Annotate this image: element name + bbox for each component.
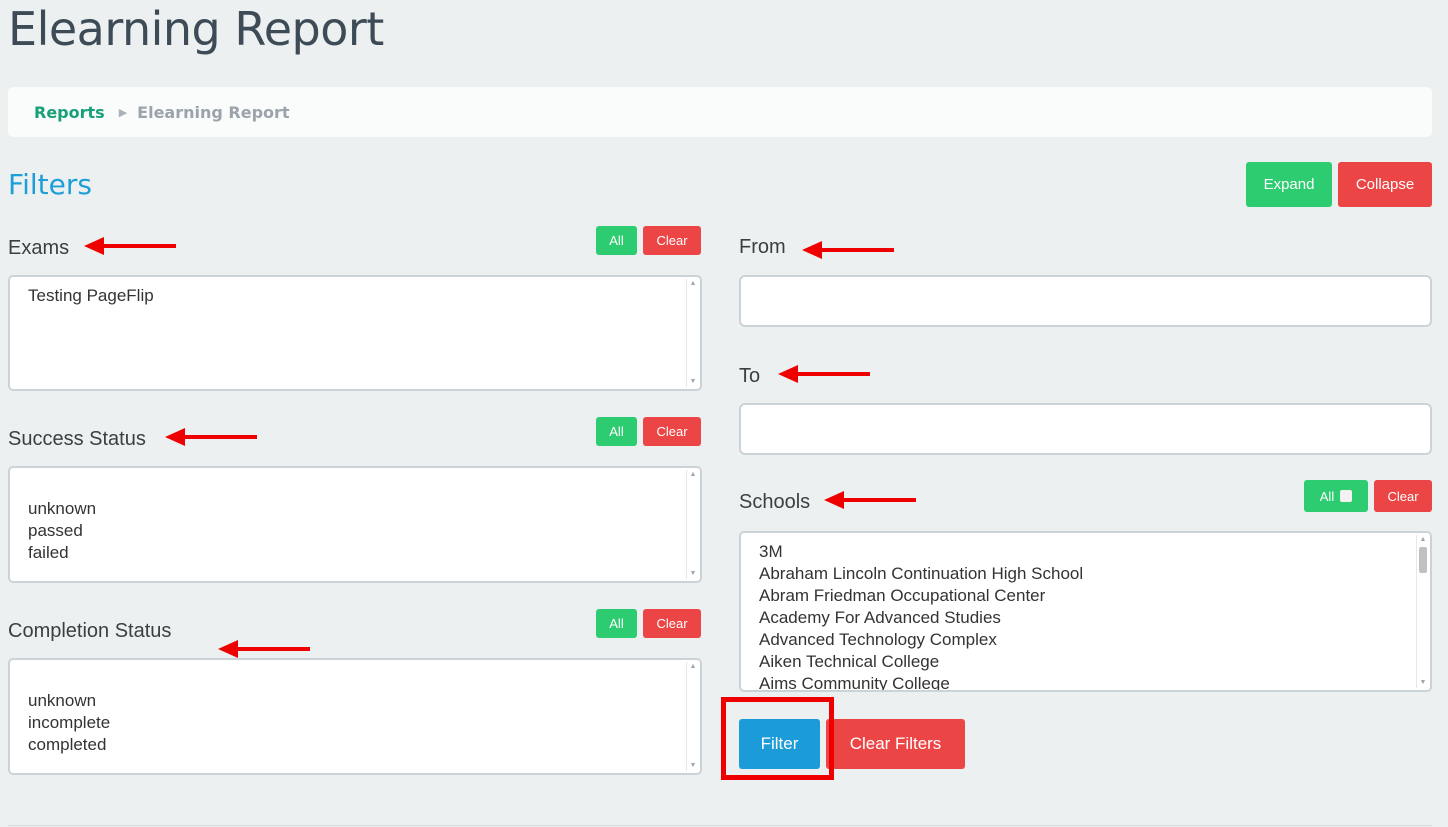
list-item[interactable]: unknown — [28, 498, 700, 520]
list-item[interactable]: passed — [28, 520, 700, 542]
list-item[interactable]: failed — [28, 542, 700, 564]
exams-label: Exams — [8, 237, 70, 259]
schools-clear-button[interactable]: Clear — [1374, 480, 1432, 512]
exams-all-button[interactable]: All — [596, 226, 637, 255]
from-label: From — [739, 236, 786, 258]
annotation-arrow-icon — [824, 491, 916, 509]
completion-status-all-button[interactable]: All — [596, 609, 637, 638]
scroll-down-icon[interactable]: ▼ — [1417, 678, 1429, 688]
scroll-down-icon[interactable]: ▼ — [687, 569, 699, 579]
list-item[interactable]: Abram Friedman Occupational Center — [759, 585, 1430, 607]
scrollbar[interactable]: ▲ ▼ — [686, 279, 698, 387]
scroll-up-icon[interactable]: ▲ — [687, 662, 699, 672]
scroll-up-icon[interactable]: ▲ — [687, 279, 699, 289]
breadcrumb-separator-icon: ▶ — [118, 105, 128, 119]
schools-all-button[interactable]: All — [1304, 480, 1368, 512]
scrollbar[interactable]: ▲ ▼ — [1416, 535, 1428, 688]
clear-filters-button[interactable]: Clear Filters — [826, 719, 965, 769]
list-item[interactable] — [28, 476, 700, 498]
expand-button[interactable]: Expand — [1246, 162, 1332, 207]
list-item[interactable]: Aims Community College — [759, 673, 1430, 690]
scroll-thumb[interactable] — [1419, 547, 1427, 573]
annotation-arrow-icon — [218, 640, 310, 658]
annotation-arrow-icon — [165, 428, 257, 446]
to-date-input[interactable] — [739, 403, 1432, 455]
completion-status-label: Completion Status — [8, 620, 172, 642]
scrollbar[interactable]: ▲ ▼ — [686, 470, 698, 579]
list-item[interactable]: incomplete — [28, 712, 700, 734]
breadcrumb-link-reports[interactable]: Reports — [34, 103, 105, 122]
scroll-down-icon[interactable]: ▼ — [687, 761, 699, 771]
list-item[interactable]: Testing PageFlip — [28, 285, 700, 307]
list-item[interactable]: Academy For Advanced Studies — [759, 607, 1430, 629]
completion-status-clear-button[interactable]: Clear — [643, 609, 701, 638]
list-item[interactable]: Aiken Technical College — [759, 651, 1430, 673]
scroll-up-icon[interactable]: ▲ — [1417, 535, 1429, 545]
exams-clear-button[interactable]: Clear — [643, 226, 701, 255]
page-title: Elearning Report — [8, 2, 384, 56]
divider — [8, 825, 1432, 826]
list-item[interactable]: completed — [28, 734, 700, 756]
scroll-down-icon[interactable]: ▼ — [687, 377, 699, 387]
success-status-all-button[interactable]: All — [596, 417, 637, 446]
schools-label: Schools — [739, 491, 811, 513]
completion-status-select[interactable]: unknown incomplete completed ▲ ▼ — [8, 658, 702, 775]
success-status-clear-button[interactable]: Clear — [643, 417, 701, 446]
to-label: To — [739, 365, 761, 387]
list-item[interactable]: Abraham Lincoln Continuation High School — [759, 563, 1430, 585]
success-status-select[interactable]: unknown passed failed ▲ ▼ — [8, 466, 702, 583]
list-item[interactable]: Advanced Technology Complex — [759, 629, 1430, 651]
annotation-arrow-icon — [802, 241, 894, 259]
list-item[interactable]: 3M — [759, 541, 1430, 563]
annotation-arrow-icon — [778, 365, 870, 383]
scrollbar[interactable]: ▲ ▼ — [686, 662, 698, 771]
list-item[interactable] — [28, 668, 700, 690]
breadcrumb-current: Elearning Report — [137, 102, 290, 122]
annotation-arrow-icon — [84, 237, 176, 255]
from-date-input[interactable] — [739, 275, 1432, 327]
checkbox-icon[interactable] — [1340, 490, 1353, 502]
filters-title: Filters — [8, 168, 92, 201]
breadcrumb: Reports ▶ Elearning Report — [8, 87, 1432, 137]
schools-all-label: All — [1319, 488, 1335, 504]
collapse-button[interactable]: Collapse — [1338, 162, 1432, 207]
scroll-up-icon[interactable]: ▲ — [687, 470, 699, 480]
exams-select[interactable]: Testing PageFlip ▲ ▼ — [8, 275, 702, 391]
list-item[interactable]: unknown — [28, 690, 700, 712]
schools-select[interactable]: 3M Abraham Lincoln Continuation High Sch… — [739, 531, 1432, 692]
success-status-label: Success Status — [8, 428, 146, 450]
annotation-highlight-box — [721, 697, 834, 780]
